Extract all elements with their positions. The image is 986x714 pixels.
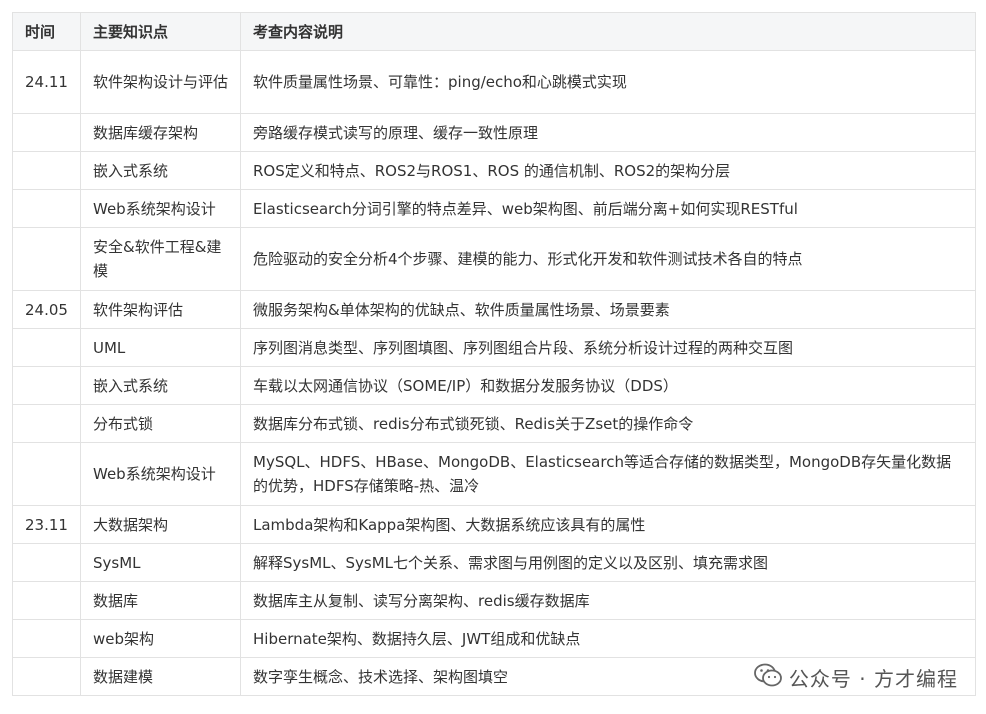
content-cell: 解释SysML、SysML七个关系、需求图与用例图的定义以及区别、填充需求图 — [240, 543, 976, 582]
table-row: 24.05 软件架构评估 微服务架构&单体架构的优缺点、软件质量属性场景、场景要… — [12, 290, 976, 329]
time-cell: 23.11 — [12, 505, 81, 544]
table-row: 嵌入式系统 ROS定义和特点、ROS2与ROS1、ROS 的通信机制、ROS2的… — [12, 151, 976, 190]
content-cell: ROS定义和特点、ROS2与ROS1、ROS 的通信机制、ROS2的架构分层 — [240, 151, 976, 190]
time-cell — [12, 227, 81, 291]
topic-cell: 数据建模 — [80, 657, 241, 696]
exam-topics-table-container: 时间 主要知识点 考查内容说明 24.11 软件架构设计与评估 软件质量属性场景… — [12, 12, 976, 696]
content-cell: 序列图消息类型、序列图填图、序列图组合片段、系统分析设计过程的两种交互图 — [240, 328, 976, 367]
table-row: 数据库 数据库主从复制、读写分离架构、redis缓存数据库 — [12, 581, 976, 620]
time-cell — [12, 113, 81, 152]
topic-cell: 安全&软件工程&建模 — [80, 227, 241, 291]
content-cell: 数据库主从复制、读写分离架构、redis缓存数据库 — [240, 581, 976, 620]
content-cell: 数据库分布式锁、redis分布式锁死锁、Redis关于Zset的操作命令 — [240, 404, 976, 443]
topic-cell: 数据库缓存架构 — [80, 113, 241, 152]
content-cell: MySQL、HDFS、HBase、MongoDB、Elasticsearch等适… — [240, 442, 976, 506]
table-row: SysML 解释SysML、SysML七个关系、需求图与用例图的定义以及区别、填… — [12, 543, 976, 582]
watermark-text: 公众号 · 方才编程 — [788, 666, 958, 691]
header-content: 考查内容说明 — [240, 12, 976, 51]
header-topic: 主要知识点 — [80, 12, 241, 51]
time-cell — [12, 619, 81, 658]
time-cell — [12, 543, 81, 582]
time-cell — [12, 366, 81, 405]
table-row: 安全&软件工程&建模 危险驱动的安全分析4个步骤、建模的能力、形式化开发和软件测… — [12, 227, 976, 291]
content-cell: Hibernate架构、数据持久层、JWT组成和优缺点 — [240, 619, 976, 658]
topic-cell: 数据库 — [80, 581, 241, 620]
content-cell: 危险驱动的安全分析4个步骤、建模的能力、形式化开发和软件测试技术各自的特点 — [240, 227, 976, 291]
content-cell: Elasticsearch分词引擎的特点差异、web架构图、前后端分离+如何实现… — [240, 189, 976, 228]
topic-cell: UML — [80, 328, 241, 367]
time-cell: 24.05 — [12, 290, 81, 329]
content-cell: Lambda架构和Kappa架构图、大数据系统应该具有的属性 — [240, 505, 976, 544]
time-cell — [12, 442, 81, 506]
topic-cell: 软件架构评估 — [80, 290, 241, 329]
table-header-row: 时间 主要知识点 考查内容说明 — [12, 12, 976, 51]
table-row: 24.11 软件架构设计与评估 软件质量属性场景、可靠性：ping/echo和心… — [12, 50, 976, 114]
table-row: Web系统架构设计 MySQL、HDFS、HBase、MongoDB、Elast… — [12, 442, 976, 506]
time-cell — [12, 189, 81, 228]
header-time: 时间 — [12, 12, 81, 51]
topic-cell: 嵌入式系统 — [80, 366, 241, 405]
time-cell — [12, 328, 81, 367]
content-cell: 旁路缓存模式读写的原理、缓存一致性原理 — [240, 113, 976, 152]
time-cell — [12, 151, 81, 190]
content-cell: 微服务架构&单体架构的优缺点、软件质量属性场景、场景要素 — [240, 290, 976, 329]
topic-cell: web架构 — [80, 619, 241, 658]
topic-cell: 软件架构设计与评估 — [80, 50, 241, 114]
watermark: 公众号 · 方才编程 — [753, 663, 958, 691]
table-row: web架构 Hibernate架构、数据持久层、JWT组成和优缺点 — [12, 619, 976, 658]
topic-cell: SysML — [80, 543, 241, 582]
time-cell: 24.11 — [12, 50, 81, 114]
table-row: 嵌入式系统 车载以太网通信协议（SOME/IP）和数据分发服务协议（DDS） — [12, 366, 976, 405]
topic-cell: 大数据架构 — [80, 505, 241, 544]
time-cell — [12, 404, 81, 443]
exam-topics-table: 时间 主要知识点 考查内容说明 24.11 软件架构设计与评估 软件质量属性场景… — [12, 12, 976, 696]
topic-cell: 嵌入式系统 — [80, 151, 241, 190]
content-cell: 软件质量属性场景、可靠性：ping/echo和心跳模式实现 — [240, 50, 976, 114]
table-row: 数据库缓存架构 旁路缓存模式读写的原理、缓存一致性原理 — [12, 113, 976, 152]
table-row: Web系统架构设计 Elasticsearch分词引擎的特点差异、web架构图、… — [12, 189, 976, 228]
time-cell — [12, 581, 81, 620]
time-cell — [12, 657, 81, 696]
table-row: UML 序列图消息类型、序列图填图、序列图组合片段、系统分析设计过程的两种交互图 — [12, 328, 976, 367]
wechat-icon — [753, 662, 783, 693]
topic-cell: Web系统架构设计 — [80, 189, 241, 228]
content-cell: 车载以太网通信协议（SOME/IP）和数据分发服务协议（DDS） — [240, 366, 976, 405]
topic-cell: 分布式锁 — [80, 404, 241, 443]
topic-cell: Web系统架构设计 — [80, 442, 241, 506]
table-row: 分布式锁 数据库分布式锁、redis分布式锁死锁、Redis关于Zset的操作命… — [12, 404, 976, 443]
table-row: 23.11 大数据架构 Lambda架构和Kappa架构图、大数据系统应该具有的… — [12, 505, 976, 544]
